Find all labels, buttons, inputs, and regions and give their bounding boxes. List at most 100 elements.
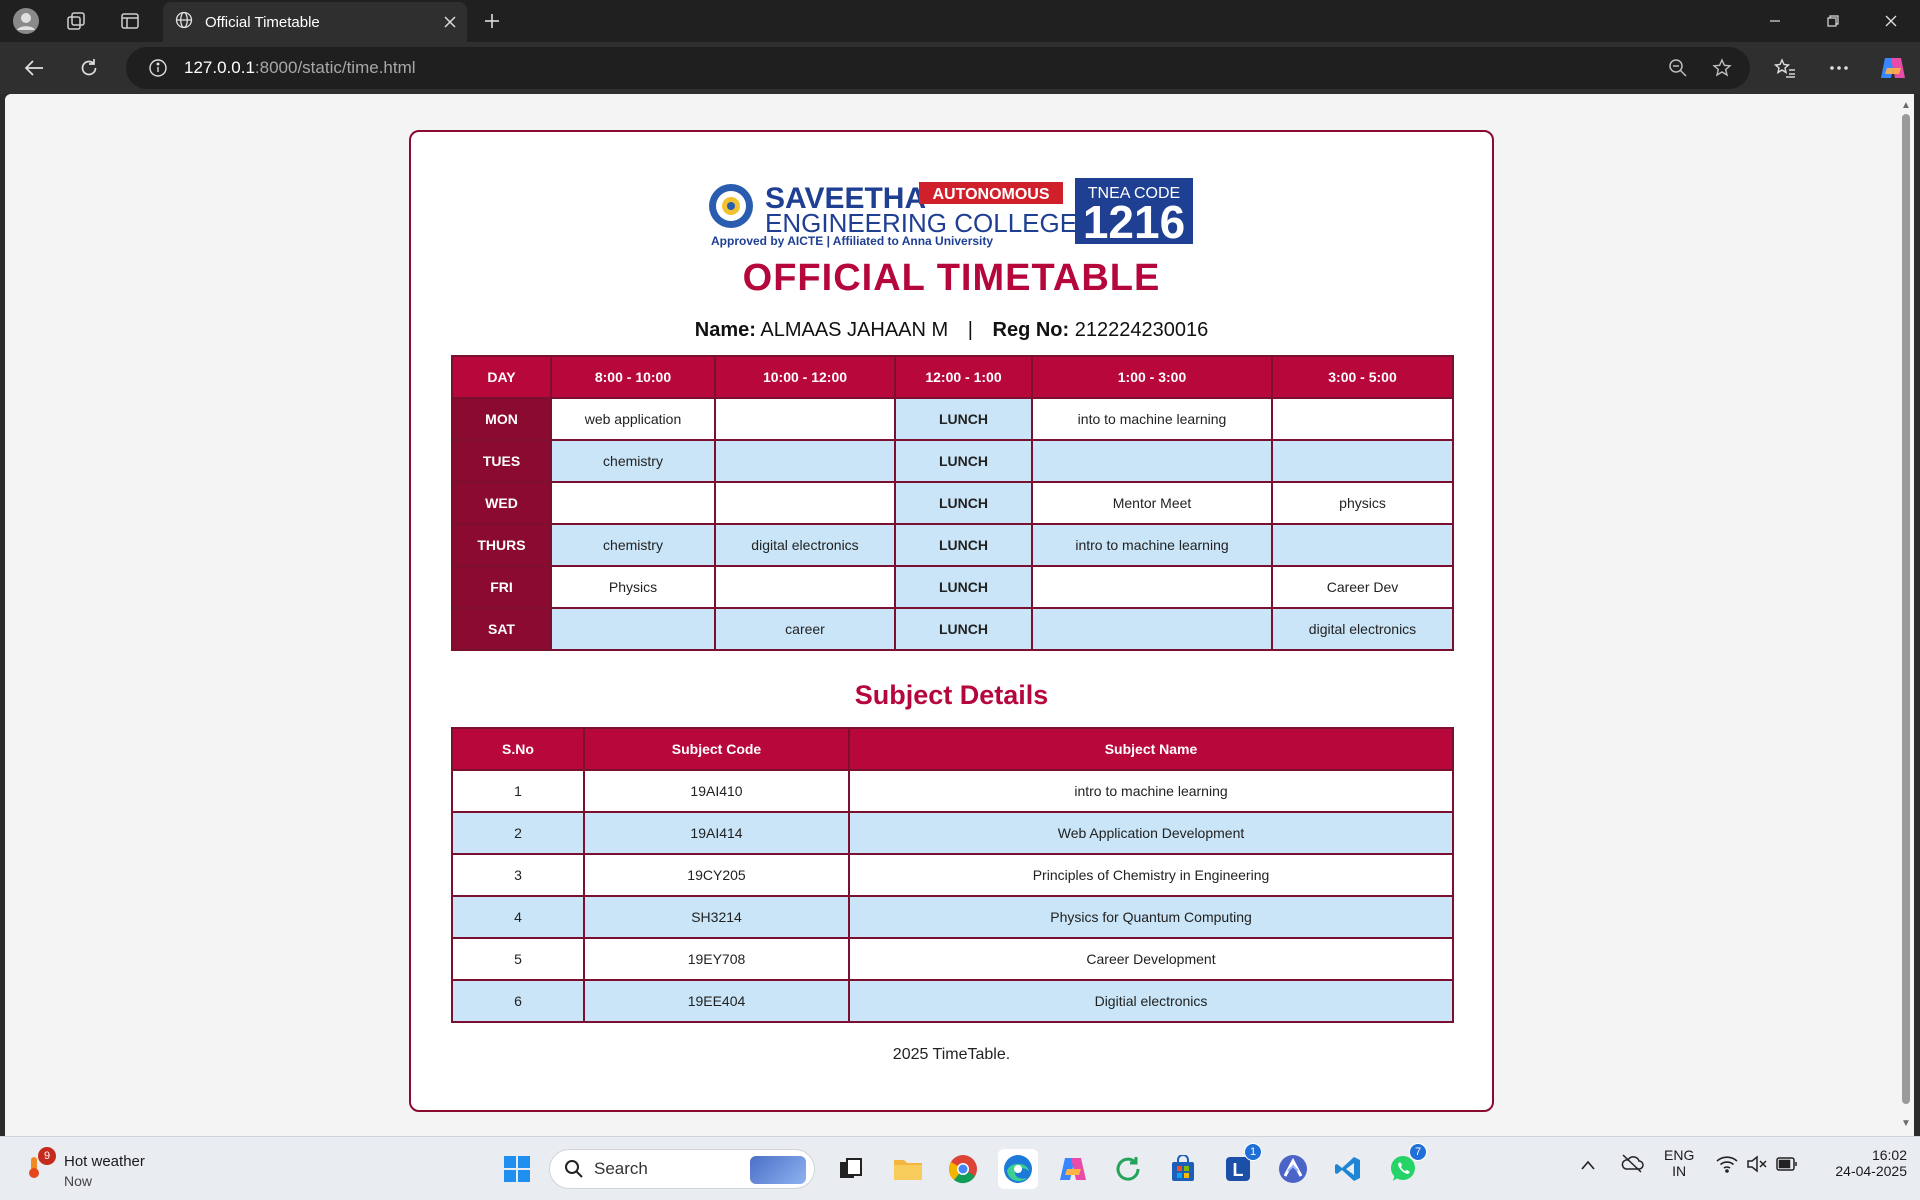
favorites-icon[interactable] — [1765, 50, 1805, 86]
clock[interactable]: 16:02 24-04-2025 — [1815, 1147, 1907, 1179]
page-viewport: SAVEETHA AUTONOMOUS ENGINEERING COLLEGE … — [5, 94, 1898, 1136]
edge-icon[interactable] — [998, 1149, 1038, 1189]
lang-line2: IN — [1672, 1163, 1687, 1179]
slot-cell: digital electronics — [1271, 607, 1454, 651]
search-highlight-icon — [750, 1156, 806, 1184]
weather-widget[interactable]: 9 Hot weather Now — [22, 1147, 162, 1191]
tray-overflow-icon[interactable] — [1580, 1157, 1596, 1173]
timetable-row-wed: WED LUNCH Mentor Meet physics — [451, 481, 1454, 525]
address-bar[interactable]: 127.0.0.1:8000/static/time.html — [126, 47, 1750, 89]
table-row: 6 19EE404 Digitial electronics — [451, 979, 1454, 1023]
table-row: 2 19AI414 Web Application Development — [451, 811, 1454, 855]
info-separator: | — [967, 319, 973, 341]
close-window-icon[interactable] — [1862, 0, 1920, 42]
slot-cell — [550, 481, 716, 525]
lunch-cell: LUNCH — [894, 397, 1033, 441]
name-cell: Digitial electronics — [848, 979, 1454, 1023]
slot-cell: chemistry — [550, 523, 716, 567]
slot-cell: digital electronics — [714, 523, 896, 567]
more-icon[interactable] — [1819, 50, 1859, 86]
logo-tagline: Approved by AICTE | Affiliated to Anna U… — [711, 234, 993, 248]
site-info-icon[interactable] — [136, 58, 180, 78]
vscode-icon[interactable] — [1328, 1149, 1368, 1189]
day-cell: THURS — [451, 523, 552, 567]
slot-cell: Mentor Meet — [1031, 481, 1273, 525]
day-cell: FRI — [451, 565, 552, 609]
subject-details-table: S.No Subject Code Subject Name 1 19AI410… — [451, 727, 1454, 1023]
reg-value: 212224230016 — [1074, 319, 1209, 341]
onedrive-offline-icon[interactable] — [1620, 1153, 1644, 1176]
col-header-slot3: 1:00 - 3:00 — [1031, 355, 1273, 399]
workspaces-icon[interactable] — [56, 5, 96, 37]
table-row: 1 19AI410 intro to machine learning — [451, 769, 1454, 813]
tab-official-timetable[interactable]: Official Timetable — [163, 2, 467, 42]
tab-actions-icon[interactable] — [110, 5, 150, 37]
sno-cell: 5 — [451, 937, 585, 981]
tnea-code: 1216 — [1083, 196, 1185, 248]
slot-cell: into to machine learning — [1031, 397, 1273, 441]
scroll-down-icon[interactable]: ▼ — [1901, 1118, 1911, 1129]
reg-label: Reg No: — [992, 319, 1070, 341]
timetable-header-row: DAY 8:00 - 10:00 10:00 - 12:00 12:00 - 1… — [451, 355, 1454, 399]
whatsapp-icon[interactable]: 7 — [1383, 1143, 1427, 1189]
weather-title: Hot weather — [64, 1153, 145, 1170]
student-info: Name: ALMAAS JAHAAN M | Reg No: 21222423… — [411, 319, 1492, 342]
browser-tab-bar: Official Timetable — [0, 0, 1920, 42]
language-indicator[interactable]: ENG IN — [1664, 1147, 1694, 1179]
url-host: 127.0.0.1 — [184, 58, 255, 77]
subject-details-title: Subject Details — [854, 680, 1049, 710]
code-cell: 19CY205 — [583, 853, 850, 897]
sync-app-icon[interactable] — [1108, 1149, 1148, 1189]
minimize-icon[interactable] — [1746, 0, 1804, 42]
task-view-icon[interactable] — [831, 1149, 871, 1189]
page-scrollbar[interactable]: ▲ ▼ — [1898, 94, 1914, 1136]
lang-line1: ENG — [1664, 1147, 1695, 1163]
close-tab-icon[interactable] — [433, 5, 467, 39]
refresh-icon[interactable] — [71, 51, 107, 85]
tab-title: Official Timetable — [205, 13, 320, 31]
profile-icon[interactable] — [6, 5, 46, 37]
code-cell: 19EY708 — [583, 937, 850, 981]
volume-muted-icon[interactable] — [1746, 1155, 1768, 1176]
name-cell: Principles of Chemistry in Engineering — [848, 853, 1454, 897]
lunch-cell: LUNCH — [894, 565, 1033, 609]
lunch-cell: LUNCH — [894, 481, 1033, 525]
favorite-star-icon[interactable] — [1700, 51, 1744, 85]
slot-cell — [1031, 439, 1273, 483]
col-header-slot4: 3:00 - 5:00 — [1271, 355, 1454, 399]
new-tab-icon[interactable] — [475, 5, 509, 37]
col-header-slot1: 8:00 - 10:00 — [550, 355, 716, 399]
copilot-icon[interactable] — [1873, 50, 1913, 86]
timetable-row-thurs: THURS chemistry digital electronics LUNC… — [451, 523, 1454, 567]
scrollbar-thumb[interactable] — [1902, 114, 1910, 1104]
name-cell: Career Development — [848, 937, 1454, 981]
slot-cell: web application — [550, 397, 716, 441]
col-header-sno: S.No — [451, 727, 585, 771]
start-button[interactable] — [497, 1149, 537, 1189]
restore-icon[interactable] — [1804, 0, 1862, 42]
chrome-icon[interactable] — [943, 1149, 983, 1189]
l-app-icon[interactable]: L 1 — [1218, 1143, 1262, 1189]
zoom-icon[interactable] — [1656, 51, 1700, 85]
day-cell: SAT — [451, 607, 552, 651]
subject-header-row: S.No Subject Code Subject Name — [451, 727, 1454, 771]
lunch-cell: LUNCH — [894, 439, 1033, 483]
file-explorer-icon[interactable] — [888, 1149, 928, 1189]
col-header-slot2: 10:00 - 12:00 — [714, 355, 896, 399]
sno-cell: 3 — [451, 853, 585, 897]
copilot-app-icon[interactable] — [1053, 1149, 1093, 1189]
arc-app-icon[interactable] — [1273, 1149, 1313, 1189]
back-icon[interactable] — [16, 51, 52, 85]
code-cell: 19AI414 — [583, 811, 850, 855]
scroll-up-icon[interactable]: ▲ — [1901, 100, 1911, 111]
timetable-card: SAVEETHA AUTONOMOUS ENGINEERING COLLEGE … — [409, 130, 1494, 1112]
college-logo: SAVEETHA AUTONOMOUS ENGINEERING COLLEGE … — [709, 178, 1193, 248]
page-footer: 2025 TimeTable. — [892, 1046, 1011, 1063]
timetable-row-sat: SAT career LUNCH digital electronics — [451, 607, 1454, 651]
timetable-row-mon: MON web application LUNCH into to machin… — [451, 397, 1454, 441]
store-icon[interactable] — [1163, 1149, 1203, 1189]
taskbar-search[interactable]: Search — [549, 1149, 815, 1189]
table-row: 3 19CY205 Principles of Chemistry in Eng… — [451, 853, 1454, 897]
battery-icon[interactable] — [1776, 1157, 1798, 1174]
wifi-icon[interactable] — [1716, 1155, 1738, 1176]
